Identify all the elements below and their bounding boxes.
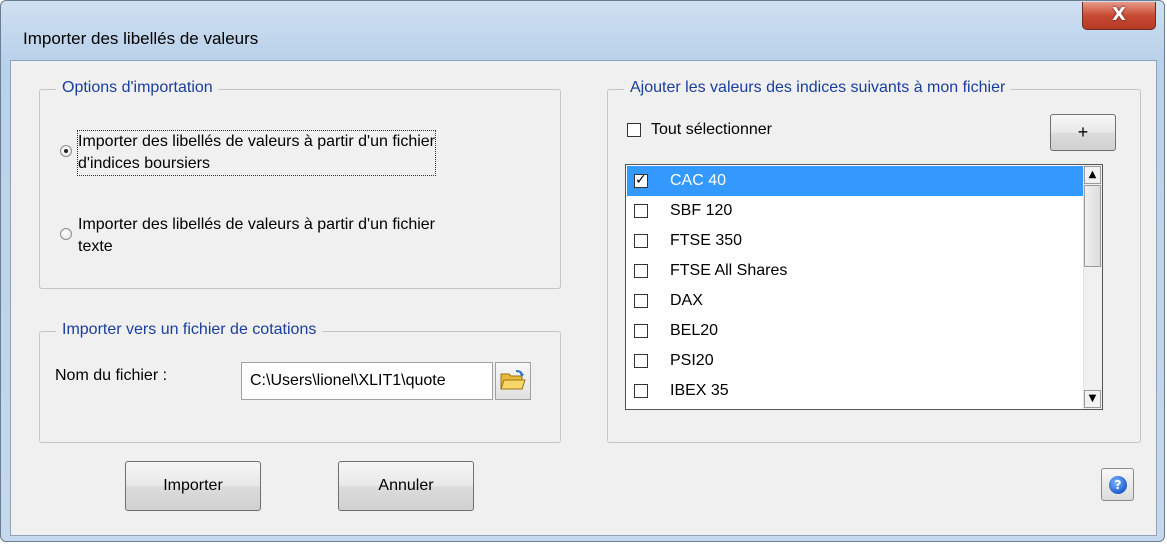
help-button[interactable]: ? (1101, 468, 1134, 501)
dialog-window: Importer des libellés de valeurs X Optio… (0, 0, 1165, 542)
list-item-label: SBF 120 (670, 202, 733, 219)
radio-label-indices[interactable]: Importer des libellés de valeurs à parti… (77, 130, 436, 176)
list-item-label: IBEX 35 (670, 382, 729, 399)
add-button[interactable]: + (1050, 114, 1116, 151)
radio-label-indices-line1: Importer des libellés de valeurs à parti… (78, 133, 435, 150)
import-options-legend: Options d'importation (56, 79, 219, 97)
radio-label-text-line2: texte (78, 238, 113, 255)
list-item-checkbox[interactable] (634, 234, 648, 248)
list-item-checkbox[interactable] (634, 354, 648, 368)
radio-label-text[interactable]: Importer des libellés de valeurs à parti… (78, 214, 435, 258)
target-file-legend: Importer vers un fichier de cotations (56, 321, 323, 339)
close-icon: X (1112, 4, 1126, 25)
import-options-group: Options d'importation Importer des libel… (39, 79, 561, 289)
title-bar[interactable]: Importer des libellés de valeurs X (1, 1, 1164, 59)
indices-listbox[interactable]: CAC 40 SBF 120 FTSE 350 FTSE All Shares DAX B… (625, 164, 1103, 410)
scroll-up-icon: ▲ (1088, 169, 1097, 180)
file-path-value: C:\Users\lionel\XLIT1\quote (250, 372, 446, 389)
dialog-client-area: Options d'importation Importer des libel… (10, 60, 1157, 536)
browse-button[interactable] (495, 362, 531, 400)
list-item-checkbox[interactable] (634, 384, 648, 398)
select-all-checkbox[interactable] (627, 123, 641, 137)
list-item[interactable]: FTSE 350 (627, 226, 1084, 256)
list-item-checkbox[interactable] (634, 264, 648, 278)
list-item[interactable]: PSI20 (627, 346, 1084, 376)
scroll-up-arrow[interactable]: ▲ (1084, 166, 1101, 184)
listbox-scrollbar[interactable]: ▲ ▼ (1083, 165, 1102, 409)
select-all-row[interactable]: Tout sélectionner (627, 121, 772, 139)
list-item[interactable]: DAX (627, 286, 1084, 316)
indices-legend: Ajouter les valeurs des indices suivants… (624, 79, 1012, 97)
scroll-down-arrow[interactable]: ▼ (1084, 390, 1101, 408)
list-item-checkbox[interactable] (634, 294, 648, 308)
scroll-thumb[interactable] (1084, 185, 1101, 267)
list-item[interactable]: IBEX 35 (627, 376, 1084, 406)
scroll-down-icon: ▼ (1088, 393, 1097, 404)
help-icon: ? (1109, 476, 1127, 494)
window-title: Importer des libellés de valeurs (23, 29, 259, 48)
add-button-label: + (1077, 122, 1089, 142)
list-item-label: DAX (670, 292, 703, 309)
radio-import-from-text[interactable]: Importer des libellés de valeurs à parti… (60, 214, 435, 258)
list-item-label: FTSE All Shares (670, 262, 788, 279)
radio-button-indices[interactable] (60, 145, 72, 157)
radio-import-from-indices[interactable]: Importer des libellés de valeurs à parti… (60, 130, 436, 176)
file-name-label: Nom du fichier : (55, 367, 168, 384)
folder-open-icon (500, 370, 526, 390)
radio-label-text-line1: Importer des libellés de valeurs à parti… (78, 216, 435, 233)
file-path-input[interactable]: C:\Users\lionel\XLIT1\quote (241, 362, 493, 400)
list-item-label: BEL20 (670, 322, 719, 339)
list-item-checkbox[interactable] (634, 204, 648, 218)
close-button[interactable]: X (1082, 2, 1156, 30)
import-button[interactable]: Importer (125, 461, 261, 511)
list-item-label: PSI20 (670, 352, 714, 369)
list-item-label: FTSE 350 (670, 232, 743, 249)
cancel-button[interactable]: Annuler (338, 461, 474, 511)
radio-button-text[interactable] (60, 228, 72, 240)
cancel-button-label: Annuler (378, 477, 434, 494)
list-item[interactable]: FTSE All Shares (627, 256, 1084, 286)
list-item-checkbox[interactable] (634, 172, 648, 188)
radio-label-indices-line2: d'indices boursiers (78, 155, 211, 172)
select-all-label: Tout sélectionner (651, 121, 772, 138)
list-item-label: CAC 40 (670, 172, 727, 189)
list-item[interactable]: CAC 40 (627, 166, 1084, 196)
list-item[interactable]: BEL20 (627, 316, 1084, 346)
list-item[interactable]: SBF 120 (627, 196, 1084, 226)
import-button-label: Importer (163, 477, 223, 494)
list-item-checkbox[interactable] (634, 324, 648, 338)
